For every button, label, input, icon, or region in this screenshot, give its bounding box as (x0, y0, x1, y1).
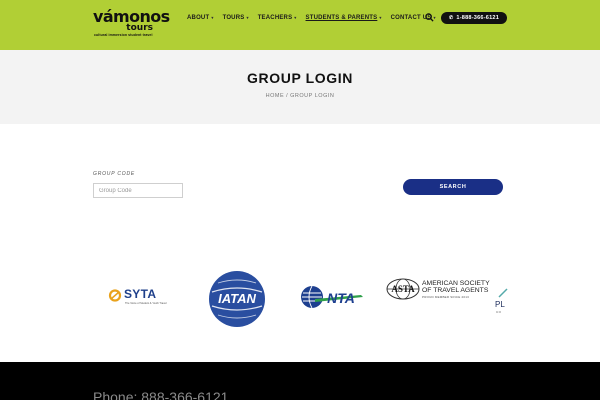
breadcrumb-current: GROUP LOGIN (290, 93, 335, 99)
search-button[interactable]: SEARCH (403, 179, 503, 195)
chevron-down-icon: ▾ (294, 15, 297, 20)
phone-button[interactable]: ✆ 1-888-366-6121 (441, 12, 507, 24)
nav-item-about[interactable]: ABOUT ▾ (187, 13, 214, 23)
iatan-logo[interactable]: IATAN (208, 270, 266, 328)
asta-name: AMERICAN SOCIETY OF TRAVEL AGENTS (422, 280, 490, 294)
page-title: GROUP LOGIN (247, 70, 353, 86)
footer-phone: Phone: 888-366-6121 (93, 389, 229, 400)
nav-item-label: ABOUT (187, 15, 210, 21)
asta-mark: ASTA (391, 284, 415, 294)
partial-logo-text: PL (495, 300, 505, 309)
footer: Phone: 888-366-6121 (0, 362, 600, 400)
logo-subword: tours (126, 23, 153, 33)
nav-item-label: TEACHERS (257, 15, 293, 21)
page-title-band: GROUP LOGIN HOME / GROUP LOGIN (0, 50, 600, 124)
partner-logos-carousel: SYTA The Voice of Student & Youth Travel… (93, 262, 510, 334)
nav-item-students-parents[interactable]: STUDENTS & PARENTS ▾ (306, 13, 382, 23)
asta-name-line1: AMERICAN SOCIETY (422, 280, 490, 287)
phone-button-label: 1-888-366-6121 (456, 15, 499, 21)
partial-logo-icon (498, 288, 508, 298)
syta-wordmark: SYTA (124, 287, 157, 301)
partial-partner-logo[interactable]: PL CO (495, 288, 510, 322)
logo-tagline: cultural immersion student travel (94, 33, 153, 37)
asta-globe-icon: ASTA (386, 278, 420, 300)
chevron-down-icon: ▾ (246, 15, 249, 20)
nav-item-teachers[interactable]: TEACHERS ▾ (258, 13, 297, 23)
partial-logo-subtext: CO (496, 310, 502, 314)
vamonos-logo[interactable]: vámonos tours cultural immersion student… (93, 7, 170, 38)
nav-item-label: STUDENTS & PARENTS (305, 15, 378, 21)
asta-name-line2: OF TRAVEL AGENTS (422, 287, 489, 294)
breadcrumb: HOME / GROUP LOGIN (0, 93, 600, 99)
iatan-wordmark: IATAN (218, 291, 256, 306)
main-nav: ABOUT ▾ TOURS ▾ TEACHERS ▾ STUDENTS & PARENTS ▾… (187, 13, 445, 23)
syta-tagline: The Voice of Student & Youth Travel (125, 302, 167, 305)
nta-wordmark: NTA (327, 290, 355, 306)
search-icon[interactable] (425, 13, 434, 22)
top-navigation-bar: vámonos tours cultural immersion student… (0, 0, 600, 50)
asta-tagline: PROUD MEMBER SINCE 2013 (422, 295, 469, 299)
nav-item-tours[interactable]: TOURS ▾ (223, 13, 249, 23)
group-code-label: GROUP CODE (93, 171, 135, 177)
syta-logo[interactable]: SYTA The Voice of Student & Youth Travel (108, 287, 178, 309)
asta-logo[interactable]: ASTA AMERICAN SOCIETY OF TRAVEL AGENTS P… (386, 278, 490, 304)
nav-item-label: TOURS (222, 15, 245, 21)
breadcrumb-separator: / (286, 93, 289, 99)
breadcrumb-home-link[interactable]: HOME (266, 93, 285, 99)
group-code-input[interactable] (93, 183, 183, 198)
chevron-down-icon: ▾ (379, 15, 382, 20)
syta-emblem-icon (108, 289, 122, 302)
nta-logo[interactable]: NTA (301, 284, 369, 310)
chevron-down-icon: ▾ (211, 15, 214, 20)
phone-icon: ✆ (449, 15, 454, 21)
